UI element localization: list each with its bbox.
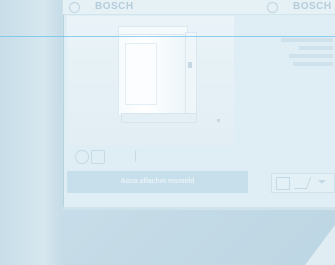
bezel-corner-glare [305, 225, 335, 265]
bezel-left-edge [0, 0, 62, 265]
primary-action-button[interactable]: Aoca aflachm msmeld [67, 171, 248, 193]
cabinet-knob [188, 62, 192, 68]
top-bar: BOSCH BOSCH [63, 0, 335, 15]
reflection-line [0, 36, 335, 37]
brand-logo-right: BOSCH [293, 1, 332, 12]
cabinet-door [125, 43, 157, 105]
secondary-actions [271, 173, 335, 193]
grid-icon[interactable] [91, 150, 105, 164]
info-line [293, 62, 333, 66]
device-screen: BOSCH BOSCH Aoca aflachm msmeld [63, 0, 335, 210]
product-cabinet [118, 34, 186, 116]
edit-icon[interactable] [293, 177, 312, 189]
cabinet-base [121, 113, 197, 123]
info-line [299, 46, 333, 50]
brand-icon [69, 2, 80, 13]
print-icon[interactable] [276, 177, 290, 190]
brand-icon [267, 2, 278, 13]
chevron-down-icon[interactable] [316, 177, 328, 188]
info-line [281, 38, 333, 42]
product-info-block [249, 38, 333, 70]
tool-row [71, 150, 271, 166]
info-line [289, 54, 333, 58]
user-icon[interactable] [75, 150, 89, 164]
marker-dot [217, 119, 220, 122]
cabinet-side [185, 32, 197, 114]
brand-logo-left: BOSCH [95, 1, 134, 12]
divider [135, 150, 144, 162]
